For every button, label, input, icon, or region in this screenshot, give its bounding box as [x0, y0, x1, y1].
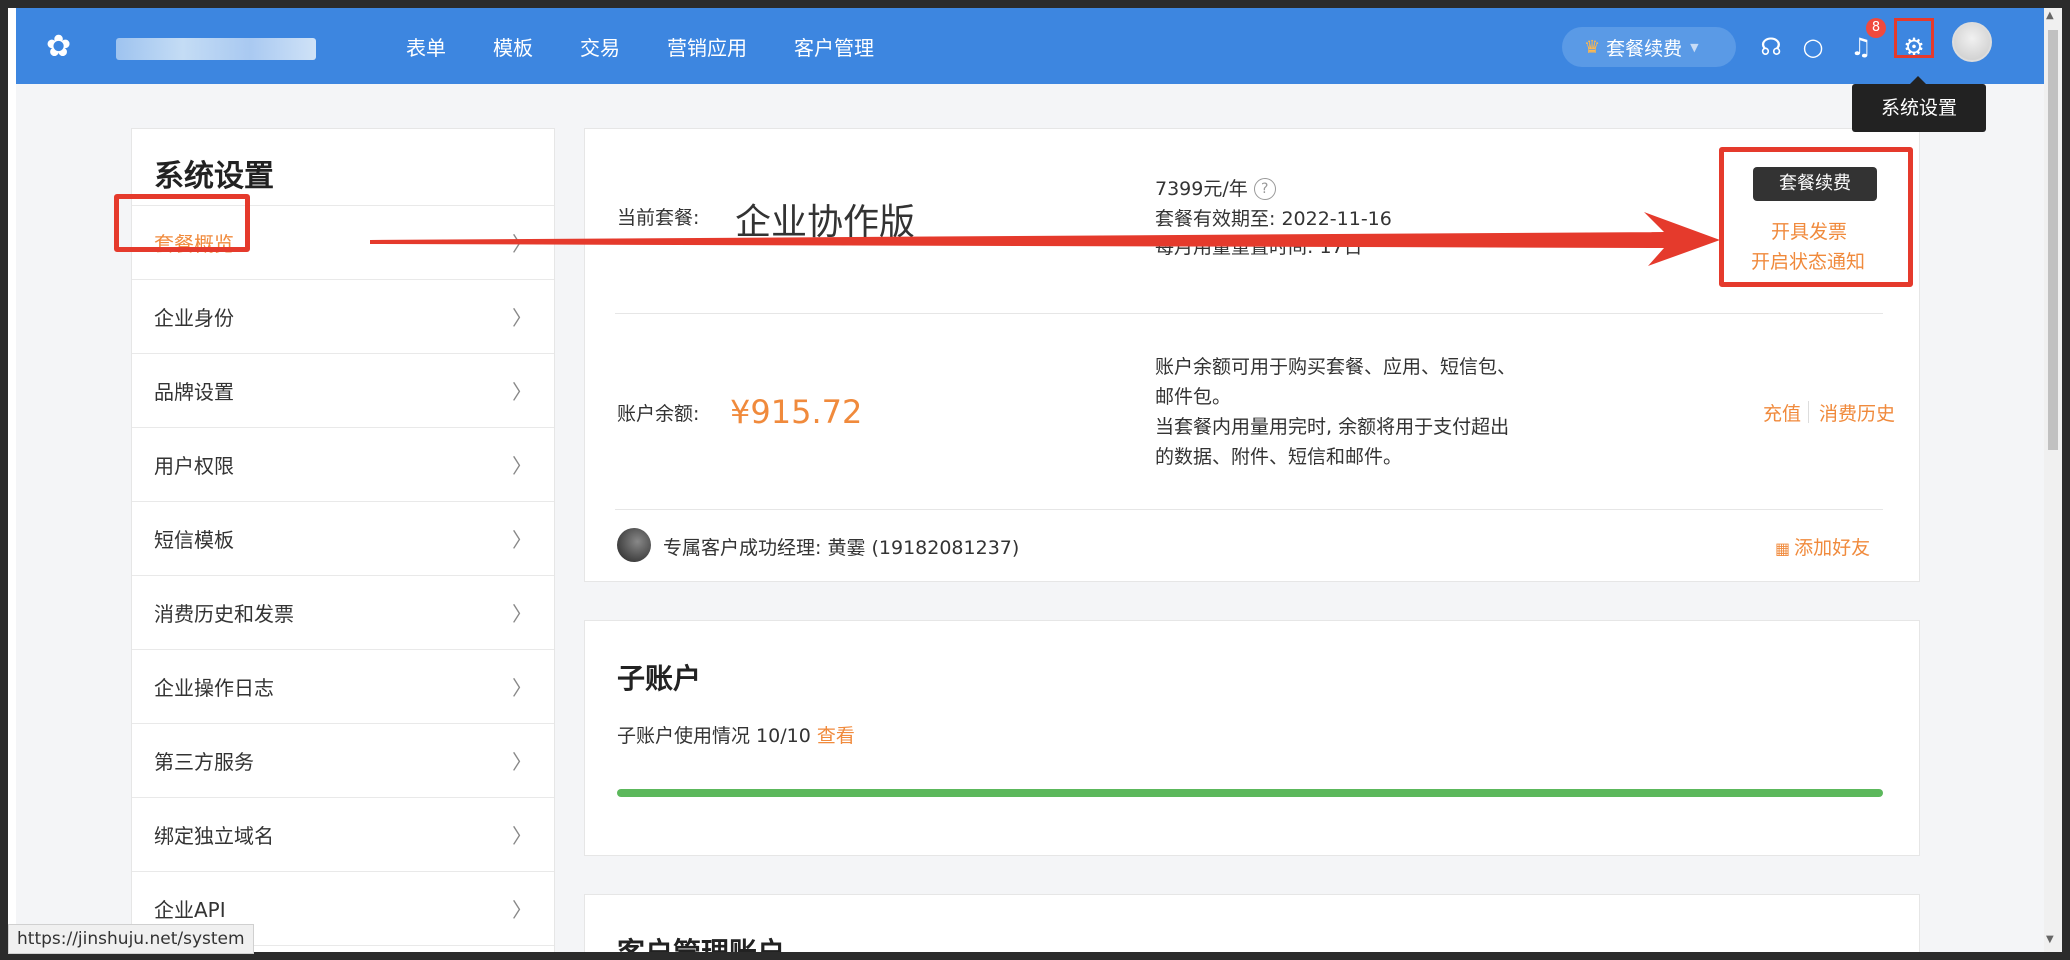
- nav-item-transactions[interactable]: 交易: [580, 32, 620, 61]
- manager-info: 专属客户成功经理: 黄霎 (19182081237): [663, 537, 1020, 559]
- sidebar-item-brand-settings[interactable]: 品牌设置 〉: [132, 354, 554, 428]
- subaccount-title: 子账户: [617, 662, 702, 695]
- customer-account-card: 客户管理账户: [584, 894, 1920, 952]
- sidebar-item-label: 消费历史和发票: [154, 602, 294, 626]
- manager-avatar: [617, 528, 651, 562]
- sidebar-item-label: 短信模板: [154, 528, 234, 552]
- sidebar-item-label: 企业API: [154, 898, 226, 922]
- add-friend-link[interactable]: ▦ 添加好友: [1775, 533, 1870, 560]
- sidebar-item-label: 绑定独立域名: [154, 824, 274, 848]
- view-link[interactable]: 查看: [817, 725, 855, 747]
- avatar[interactable]: [1952, 22, 1992, 62]
- nav-item-templates[interactable]: 模板: [493, 32, 533, 61]
- chevron-right-icon: 〉: [512, 676, 532, 700]
- main-nav: 表单 模板 交易 营销应用 客户管理: [406, 8, 921, 84]
- highlight-box: [1894, 18, 1934, 58]
- sidebar-item-user-permissions[interactable]: 用户权限 〉: [132, 428, 554, 502]
- add-friend-label: 添加好友: [1794, 537, 1871, 559]
- nav-item-forms[interactable]: 表单: [406, 32, 446, 61]
- plan-name: 企业协作版: [735, 202, 916, 243]
- balance-desc-2: 邮件包。: [1155, 386, 1232, 408]
- sidebar-item-sms-templates[interactable]: 短信模板 〉: [132, 502, 554, 576]
- chevron-right-icon: 〉: [512, 602, 532, 626]
- status-url-bar: https://jinshuju.net/system: [8, 924, 254, 954]
- sidebar-item-billing-history[interactable]: 消费历史和发票 〉: [132, 576, 554, 650]
- chevron-right-icon: 〉: [512, 380, 532, 404]
- logo-icon[interactable]: ✿: [46, 30, 80, 64]
- sidebar-item-operation-log[interactable]: 企业操作日志 〉: [132, 650, 554, 724]
- link-separator: [1808, 401, 1809, 423]
- history-link[interactable]: 消费历史: [1819, 399, 1895, 426]
- chevron-right-icon: 〉: [512, 232, 532, 256]
- top-nav: ✿ 表单 模板 交易 营销应用 客户管理 ♛ 套餐续费 ▼: [16, 8, 2044, 84]
- plan-card: 当前套餐: 企业协作版 7399元/年? 套餐有效期至: 2022-11-16 …: [584, 128, 1920, 582]
- sidebar-item-label: 品牌设置: [154, 380, 234, 404]
- plan-price-row: 7399元/年?: [1155, 175, 1276, 203]
- subaccount-card: 子账户 子账户使用情况 10/10 查看: [584, 620, 1920, 856]
- brand-name-blurred: [116, 38, 316, 60]
- crown-icon: ♛: [1584, 36, 1601, 58]
- chevron-down-icon: ▼: [1690, 40, 1699, 54]
- sidebar-item-label: 用户权限: [154, 454, 234, 478]
- subaccount-progress-bar: [617, 789, 1883, 797]
- settings-tooltip: 系统设置: [1852, 76, 1986, 132]
- search-icon[interactable]: ○: [1798, 32, 1828, 62]
- chevron-right-icon: 〉: [512, 306, 532, 330]
- sidebar-item-label: 第三方服务: [154, 750, 254, 774]
- recharge-link[interactable]: 充值: [1763, 399, 1801, 426]
- plan-price: 7399元/年: [1155, 178, 1248, 200]
- plan-valid-until: 套餐有效期至: 2022-11-16: [1155, 208, 1392, 230]
- chevron-right-icon: 〉: [512, 824, 532, 848]
- sidebar-item-enterprise-identity[interactable]: 企业身份 〉: [132, 280, 554, 354]
- balance-label: 账户余额:: [617, 403, 700, 425]
- nav-item-customers[interactable]: 客户管理: [794, 32, 874, 61]
- sidebar-item-custom-domain[interactable]: 绑定独立域名 〉: [132, 798, 554, 872]
- content-area: 系统设置 套餐概览 〉 企业身份 〉 品牌设置 〉 用户权限 〉 短信模板 〉 …: [16, 84, 2044, 952]
- chevron-right-icon: 〉: [512, 750, 532, 774]
- sidebar-item-label: 企业操作日志: [154, 676, 274, 700]
- chevron-right-icon: 〉: [512, 528, 532, 552]
- qr-code-icon: ▦: [1775, 539, 1791, 558]
- subaccount-usage-row: 子账户使用情况 10/10 查看: [617, 721, 855, 748]
- scroll-thumb[interactable]: [2048, 30, 2058, 450]
- sidebar-item-label: 企业身份: [154, 306, 234, 330]
- divider: [615, 509, 1883, 510]
- plan-renew-label: 套餐续费: [1606, 37, 1683, 60]
- balance-amount: ¥915.72: [730, 393, 863, 431]
- plan-renew-button[interactable]: ♛ 套餐续费 ▼: [1562, 27, 1736, 67]
- scroll-down-icon[interactable]: ▼: [2046, 934, 2054, 945]
- balance-desc-3: 当套餐内用量用完时, 余额将用于支付超出: [1155, 416, 1510, 438]
- chevron-right-icon: 〉: [512, 898, 532, 922]
- nav-item-marketing[interactable]: 营销应用: [667, 32, 747, 61]
- customer-account-title: 客户管理账户: [617, 931, 785, 952]
- highlight-box: [1719, 147, 1913, 287]
- balance-desc-4: 的数据、附件、短信和邮件。: [1155, 446, 1403, 468]
- scroll-up-icon[interactable]: ▲: [2046, 10, 2054, 21]
- notification-badge: 8: [1866, 18, 1886, 38]
- balance-desc-1: 账户余额可用于购买套餐、应用、短信包、: [1155, 356, 1517, 378]
- headset-icon[interactable]: ☊: [1756, 32, 1786, 62]
- highlight-box: [114, 194, 250, 252]
- divider: [615, 313, 1883, 314]
- sidebar-item-third-party[interactable]: 第三方服务 〉: [132, 724, 554, 798]
- chevron-right-icon: 〉: [512, 454, 532, 478]
- plan-label: 当前套餐:: [617, 207, 700, 229]
- help-icon[interactable]: ?: [1253, 178, 1276, 200]
- subaccount-usage: 子账户使用情况 10/10: [617, 725, 811, 747]
- plan-reset: 每月用量重置时间: 17日: [1155, 236, 1363, 258]
